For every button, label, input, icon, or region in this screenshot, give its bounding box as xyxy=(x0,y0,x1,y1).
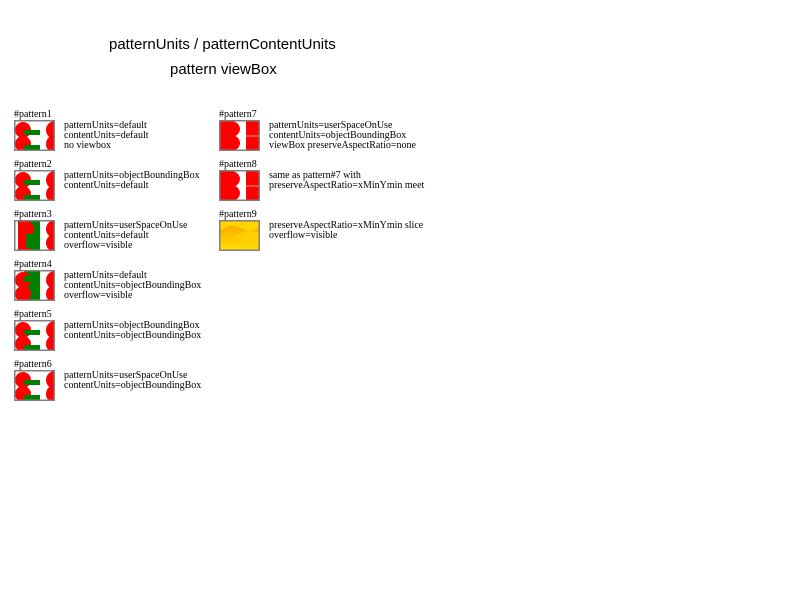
pattern-swatch xyxy=(219,220,260,251)
description-line: contentUnits=default xyxy=(64,180,149,191)
pattern-label: #pattern8 xyxy=(219,159,257,170)
pattern-label: #pattern7 xyxy=(219,109,257,120)
description-line: no viewbox xyxy=(64,140,111,151)
pattern-example: #pattern5 patternUnits=objectBoundingBox c… xyxy=(14,310,214,355)
pattern-description: patternUnits=userSpaceOnUse contentUnits=… xyxy=(269,121,416,151)
pattern-swatch xyxy=(14,370,55,401)
pattern-swatch xyxy=(14,120,55,151)
description-line: contentUnits=objectBoundingBox xyxy=(64,330,202,341)
description-line: contentUnits=objectBoundingBox xyxy=(64,380,202,391)
pattern-label: #pattern3 xyxy=(14,209,52,220)
pattern-example: #pattern6 patternUnits=userSpaceOnUse cont… xyxy=(14,360,214,405)
title-pattern-viewbox: pattern viewBox xyxy=(170,61,277,78)
pattern-description: preserveAspectRatio=xMinYmin slice overfl… xyxy=(269,221,423,241)
pattern-swatch xyxy=(219,120,260,151)
pattern-label: #pattern1 xyxy=(14,109,52,120)
pattern-description: patternUnits=default contentUnits=objectB… xyxy=(64,271,201,301)
pattern-label: #pattern4 xyxy=(14,259,52,270)
pattern-example: #pattern2 patternUnits=objectBoundingBox c… xyxy=(14,160,214,205)
pattern-swatch xyxy=(14,220,55,251)
description-line: overflow=visible xyxy=(64,290,133,301)
pattern-label: #pattern5 xyxy=(14,309,52,320)
pattern-example: #pattern9 preserveAspectRatio=xMinYmin sl… xyxy=(219,209,423,255)
pattern-description: patternUnits=userSpaceOnUse contentUnits=… xyxy=(64,371,201,391)
pattern-example: #pattern1 patternUnits=default contentUnit… xyxy=(14,110,214,155)
pattern-swatch xyxy=(14,270,55,301)
pattern-label: #pattern9 xyxy=(219,209,257,220)
pattern-label: #pattern6 xyxy=(14,359,52,370)
description-line: overflow=visible xyxy=(269,230,338,241)
pattern-example: #pattern8 same as pattern#7 with preserveA… xyxy=(219,159,424,205)
title-pattern-units: patternUnits / patternContentUnits xyxy=(109,36,336,53)
pattern-description: patternUnits=objectBoundingBox contentUni… xyxy=(64,171,200,191)
description-line: viewBox preserveAspectRatio=none xyxy=(269,140,416,151)
description-line: overflow=visible xyxy=(64,240,133,251)
pattern-description: patternUnits=default contentUnits=default… xyxy=(64,121,149,151)
pattern-description: patternUnits=userSpaceOnUse contentUnits=… xyxy=(64,221,187,251)
description-line: preserveAspectRatio=xMinYmin meet xyxy=(269,180,425,191)
pattern-description: same as pattern#7 with preserveAspectRati… xyxy=(269,171,424,191)
pattern-example: #pattern3 patternUnits=userSpaceOnUse cont… xyxy=(14,210,214,255)
pattern-swatch xyxy=(14,170,55,201)
pattern-swatch xyxy=(14,320,55,351)
pattern-label: #pattern2 xyxy=(14,159,52,170)
pattern-swatch xyxy=(219,170,260,201)
pattern-example: #pattern4 patternUnits=default contentUnit… xyxy=(14,260,214,305)
svg-test-page: patternUnits / patternContentUnits patte… xyxy=(0,0,800,600)
pattern-example: #pattern7 patternUnits=userSpaceOnUse cont… xyxy=(219,110,419,155)
pattern-description: patternUnits=objectBoundingBox contentUni… xyxy=(64,321,201,341)
